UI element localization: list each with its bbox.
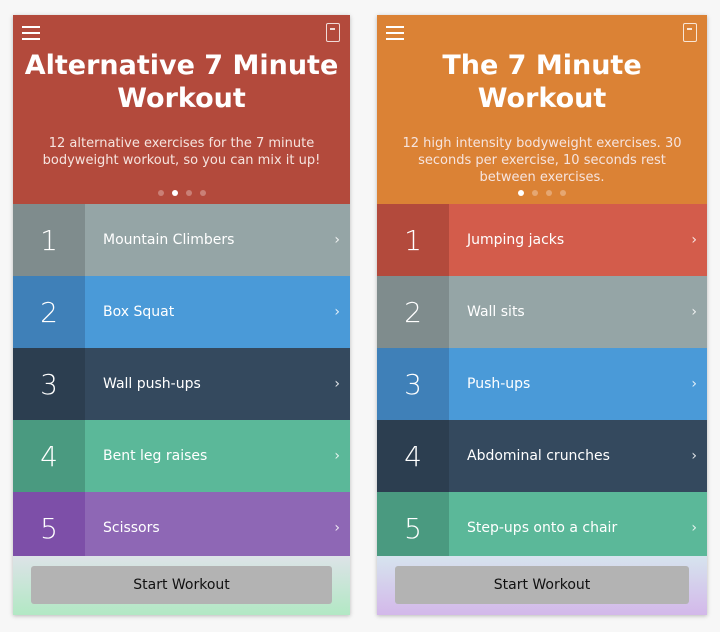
exercise-number: 3 <box>13 348 85 420</box>
page-subtitle: 12 high intensity bodyweight exercises. … <box>402 136 682 185</box>
chevron-right-icon: › <box>334 448 340 464</box>
exercise-label: Step-ups onto a chair <box>467 520 618 536</box>
page-indicator[interactable] <box>377 190 707 196</box>
chevron-right-icon: › <box>691 448 697 464</box>
exercise-number: 1 <box>377 204 449 276</box>
menu-icon[interactable] <box>386 26 404 40</box>
exercise-number: 2 <box>377 276 449 348</box>
exercise-item[interactable]: 1 Jumping jacks › <box>377 204 707 276</box>
exercise-number: 4 <box>377 420 449 492</box>
exercise-label: Wall push-ups <box>103 376 201 392</box>
page-dot[interactable] <box>560 190 566 196</box>
page-dot[interactable] <box>199 190 206 196</box>
exercise-label: Push-ups <box>467 376 531 392</box>
page-dot[interactable] <box>518 190 524 196</box>
screen-alternative-workout: Alternative 7 Minute Workout 12 alternat… <box>13 15 350 615</box>
exercise-number: 4 <box>13 420 85 492</box>
exercise-item[interactable]: 4 Abdominal crunches › <box>377 420 707 492</box>
start-workout-button[interactable]: Start Workout <box>395 566 689 604</box>
exercise-item[interactable]: 2 Box Squat › <box>13 276 350 348</box>
exercise-item[interactable]: 2 Wall sits › <box>377 276 707 348</box>
exercise-item[interactable]: 5 Step-ups onto a chair › <box>377 492 707 564</box>
exercise-label: Mountain Climbers <box>103 232 235 248</box>
start-workout-button[interactable]: Start Workout <box>31 566 332 604</box>
footer: Start Workout <box>13 556 350 615</box>
page-dot[interactable] <box>185 190 192 196</box>
exercise-label: Jumping jacks <box>467 232 565 248</box>
exercise-item[interactable]: 4 Bent leg raises › <box>13 420 350 492</box>
page-indicator[interactable] <box>13 190 350 196</box>
page-dot[interactable] <box>532 190 538 196</box>
exercise-number: 5 <box>13 492 85 564</box>
header: The 7 Minute Workout 12 high intensity b… <box>377 15 707 204</box>
screen-7-minute-workout: The 7 Minute Workout 12 high intensity b… <box>377 15 707 615</box>
exercise-item[interactable]: 3 Wall push-ups › <box>13 348 350 420</box>
exercise-number: 2 <box>13 276 85 348</box>
chevron-right-icon: › <box>691 232 697 248</box>
page-title: Alternative 7 Minute Workout <box>24 50 339 114</box>
book-icon[interactable] <box>326 23 340 42</box>
chevron-right-icon: › <box>691 520 697 536</box>
exercise-label: Scissors <box>103 520 160 536</box>
menu-icon[interactable] <box>22 26 40 40</box>
page-dot[interactable] <box>546 190 552 196</box>
page-dot[interactable] <box>171 190 178 196</box>
page-subtitle: 12 alternative exercises for the 7 minut… <box>42 136 321 168</box>
exercise-label: Abdominal crunches <box>467 448 610 464</box>
exercise-number: 1 <box>13 204 85 276</box>
footer: Start Workout <box>377 556 707 615</box>
exercise-label: Box Squat <box>103 304 175 320</box>
page-title: The 7 Minute Workout <box>442 50 642 114</box>
chevron-right-icon: › <box>334 520 340 536</box>
exercise-label: Bent leg raises <box>103 448 208 464</box>
exercise-number: 3 <box>377 348 449 420</box>
chevron-right-icon: › <box>691 376 697 392</box>
page-dot[interactable] <box>157 190 164 196</box>
book-icon[interactable] <box>683 23 697 42</box>
chevron-right-icon: › <box>334 376 340 392</box>
chevron-right-icon: › <box>334 304 340 320</box>
chevron-right-icon: › <box>334 232 340 248</box>
exercise-item[interactable]: 3 Push-ups › <box>377 348 707 420</box>
exercise-item[interactable]: 1 Mountain Climbers › <box>13 204 350 276</box>
header: Alternative 7 Minute Workout 12 alternat… <box>13 15 350 204</box>
exercise-number: 5 <box>377 492 449 564</box>
chevron-right-icon: › <box>691 304 697 320</box>
exercise-item[interactable]: 5 Scissors › <box>13 492 350 564</box>
exercise-label: Wall sits <box>467 304 525 320</box>
